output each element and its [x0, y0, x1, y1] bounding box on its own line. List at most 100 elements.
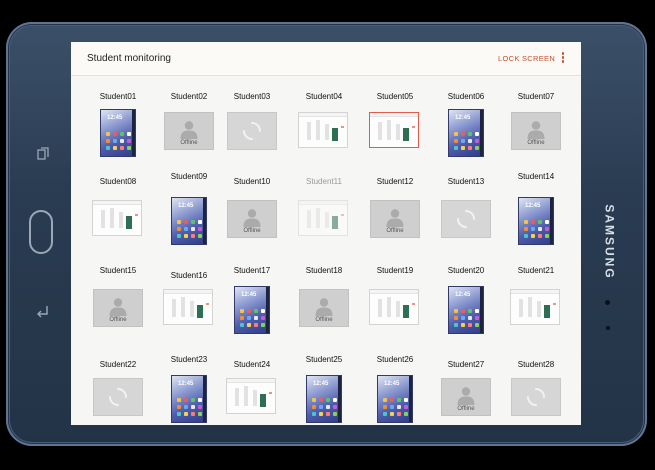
- student-tile[interactable]: Student04: [290, 92, 358, 172]
- home-screen-thumbnail[interactable]: 12:45: [171, 197, 207, 245]
- app-screen-thumbnail[interactable]: [369, 289, 419, 325]
- home-button[interactable]: [29, 210, 53, 254]
- offline-label: Offline: [315, 317, 333, 323]
- recent-apps-icon[interactable]: [37, 147, 49, 161]
- app-screen-thumbnail[interactable]: [298, 112, 348, 148]
- student-tile[interactable]: Student28: [502, 358, 570, 425]
- student-tile[interactable]: Student19: [361, 266, 429, 349]
- home-screen-thumbnail[interactable]: 12:45: [448, 286, 484, 334]
- thumbnail-clock: 12:45: [178, 203, 194, 209]
- app-icon: [475, 132, 479, 136]
- thumbnail-toolbar: [511, 290, 559, 294]
- app-icon: [333, 412, 337, 416]
- student-tile[interactable]: Student17 12:45: [218, 266, 286, 349]
- camera-icon: [605, 300, 610, 305]
- app-icon: [127, 139, 131, 143]
- more-options-icon[interactable]: [560, 52, 566, 66]
- student-tile[interactable]: Student20 12:45: [432, 266, 500, 349]
- app-screen-thumbnail[interactable]: [163, 289, 213, 325]
- home-screen-thumbnail[interactable]: 12:45: [234, 286, 270, 334]
- student-tile[interactable]: Student07 Offline: [502, 92, 570, 172]
- student-tile[interactable]: Student08: [84, 177, 152, 260]
- offline-thumbnail[interactable]: Offline: [299, 289, 349, 327]
- student-tile[interactable]: Student10 Offline: [218, 177, 286, 260]
- thumbnail-block: [403, 305, 409, 318]
- back-icon[interactable]: [35, 303, 51, 319]
- app-icon: [177, 398, 181, 402]
- home-screen-thumbnail[interactable]: 12:45: [377, 375, 413, 423]
- student-tile[interactable]: Student05: [361, 92, 429, 172]
- app-icon: [468, 139, 472, 143]
- thumbnail-marker: [412, 303, 415, 305]
- app-icon: [254, 316, 258, 320]
- app-icon: [531, 227, 535, 231]
- app-screen-thumbnail[interactable]: [226, 378, 276, 414]
- lock-screen-button[interactable]: LOCK SCREEN: [498, 54, 555, 63]
- loading-thumbnail[interactable]: [227, 112, 277, 150]
- student-tile[interactable]: Student12 Offline: [361, 177, 429, 260]
- app-screen-thumbnail[interactable]: [510, 289, 560, 325]
- student-name: Student18: [305, 266, 343, 275]
- app-screen-thumbnail[interactable]: [369, 112, 419, 148]
- app-icon: [240, 309, 244, 313]
- student-tile[interactable]: Student14 12:45: [502, 172, 570, 260]
- app-screen-thumbnail[interactable]: [298, 200, 348, 236]
- loading-spinner-icon: [109, 388, 127, 406]
- student-tile[interactable]: Student18 Offline: [290, 266, 358, 349]
- student-tile[interactable]: Student27 Offline: [432, 358, 500, 425]
- student-tile[interactable]: Student01 12:45: [84, 92, 152, 172]
- thumbnail-column: [307, 122, 311, 140]
- app-screen-thumbnail[interactable]: [92, 200, 142, 236]
- app-icon: [397, 412, 401, 416]
- student-tile[interactable]: Student24: [218, 358, 286, 425]
- offline-thumbnail[interactable]: Offline: [93, 289, 143, 327]
- app-icon: [106, 146, 110, 150]
- student-name: Student20: [447, 266, 485, 275]
- student-tile[interactable]: Student26 12:45: [361, 355, 429, 425]
- student-tile[interactable]: Student09 12:45: [155, 172, 223, 260]
- home-screen-thumbnail[interactable]: 12:45: [306, 375, 342, 423]
- student-tile[interactable]: Student06 12:45: [432, 92, 500, 172]
- student-tile[interactable]: Student11: [290, 177, 358, 260]
- offline-thumbnail[interactable]: Offline: [227, 200, 277, 238]
- thumbnail-marker: [206, 303, 209, 305]
- offline-thumbnail[interactable]: Offline: [370, 200, 420, 238]
- loading-thumbnail[interactable]: [441, 200, 491, 238]
- app-icon: [461, 146, 465, 150]
- student-name: Student11: [306, 177, 342, 186]
- app-icon: [390, 405, 394, 409]
- app-icon: [191, 398, 195, 402]
- student-tile[interactable]: Student21: [502, 266, 570, 349]
- app-icon: [397, 405, 401, 409]
- student-tile[interactable]: Student03: [218, 92, 286, 172]
- thumbnail-column: [325, 124, 329, 140]
- home-screen-thumbnail[interactable]: 12:45: [518, 197, 554, 245]
- student-tile[interactable]: Student13: [432, 177, 500, 260]
- thumbnail-marker: [341, 214, 344, 216]
- thumbnail-marker: [269, 392, 272, 394]
- screen: Student monitoring LOCK SCREEN Student01…: [71, 42, 581, 425]
- student-tile[interactable]: Student23 12:45: [155, 355, 223, 425]
- home-screen-thumbnail[interactable]: 12:45: [171, 375, 207, 423]
- thumbnail-clock: 12:45: [455, 115, 471, 121]
- loading-thumbnail[interactable]: [511, 378, 561, 416]
- app-icon: [397, 398, 401, 402]
- student-tile[interactable]: Student22: [84, 358, 152, 425]
- student-name: Student06: [447, 92, 485, 101]
- app-icon: [468, 316, 472, 320]
- home-screen-thumbnail[interactable]: 12:45: [448, 109, 484, 157]
- student-tile[interactable]: Student16: [155, 269, 223, 349]
- home-screen-thumbnail[interactable]: 12:45: [100, 109, 136, 157]
- student-tile[interactable]: Student25 12:45: [290, 355, 358, 425]
- app-icon: [326, 398, 330, 402]
- app-icon: [383, 398, 387, 402]
- thumbnail-toolbar: [370, 113, 418, 117]
- student-tile[interactable]: Student15 Offline: [84, 266, 152, 349]
- loading-thumbnail[interactable]: [93, 378, 143, 416]
- offline-thumbnail[interactable]: Offline: [164, 112, 214, 150]
- offline-thumbnail[interactable]: Offline: [441, 378, 491, 416]
- offline-thumbnail[interactable]: Offline: [511, 112, 561, 150]
- student-name: Student27: [447, 360, 485, 369]
- student-tile[interactable]: Student02 Offline: [155, 92, 223, 172]
- thumbnail-clock: 12:45: [525, 203, 541, 209]
